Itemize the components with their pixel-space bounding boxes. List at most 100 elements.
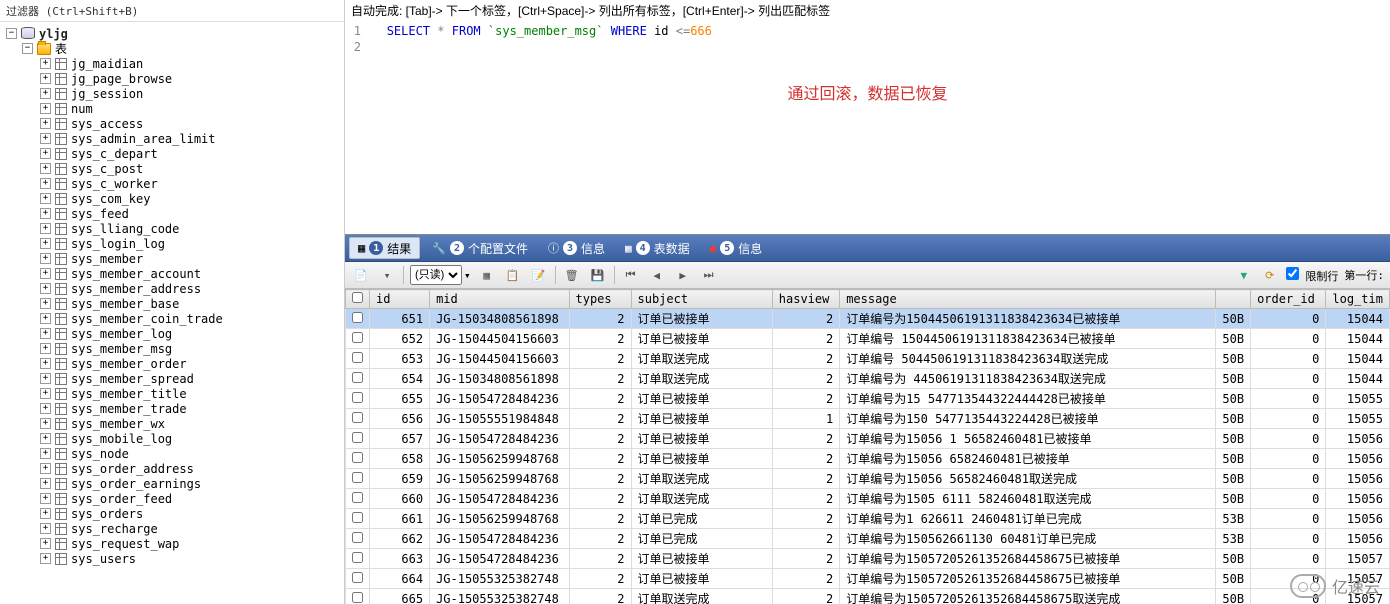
chevron-right-icon[interactable]: +	[40, 208, 51, 219]
chevron-right-icon[interactable]: +	[40, 298, 51, 309]
table-row[interactable]: 662JG-150547284842362订单已完成2订单编号为15056266…	[346, 529, 1390, 549]
tree-table-item[interactable]: +sys_users	[0, 551, 344, 566]
column-header[interactable]	[1216, 290, 1251, 309]
tab-profiles[interactable]: 🔧 2 个配置文件	[424, 237, 536, 259]
grid-view-button[interactable]: ▦	[477, 265, 497, 285]
chevron-right-icon[interactable]: +	[40, 358, 51, 369]
menu-button[interactable]: ▾	[377, 265, 397, 285]
tree-table-item[interactable]: +jg_session	[0, 86, 344, 101]
chevron-right-icon[interactable]: +	[40, 448, 51, 459]
tree-table-item[interactable]: +sys_member_log	[0, 326, 344, 341]
chevron-right-icon[interactable]: +	[40, 463, 51, 474]
row-checkbox[interactable]	[352, 332, 363, 343]
tab-tabledata[interactable]: ▦ 4 表数据	[617, 237, 698, 259]
row-checkbox[interactable]	[352, 512, 363, 523]
tree-table-item[interactable]: +num	[0, 101, 344, 116]
column-header[interactable]: order_id	[1251, 290, 1326, 309]
tab-result[interactable]: ▦ 1 结果	[349, 237, 420, 259]
readonly-select[interactable]: (只读) ▾	[410, 265, 471, 285]
tree-table-item[interactable]: +sys_access	[0, 116, 344, 131]
tree-table-item[interactable]: +sys_c_post	[0, 161, 344, 176]
chevron-right-icon[interactable]: +	[40, 88, 51, 99]
chevron-down-icon[interactable]: −	[6, 28, 17, 39]
chevron-right-icon[interactable]: +	[40, 103, 51, 114]
first-button[interactable]: ⏮	[621, 265, 641, 285]
tree-table-item[interactable]: +sys_lliang_code	[0, 221, 344, 236]
chevron-right-icon[interactable]: +	[40, 148, 51, 159]
tree-table-item[interactable]: +sys_member_address	[0, 281, 344, 296]
column-header[interactable]: log_tim	[1326, 290, 1390, 309]
tree-folder[interactable]: − 表	[0, 41, 344, 56]
tree-table-item[interactable]: +sys_member_wx	[0, 416, 344, 431]
select-all-checkbox[interactable]	[352, 292, 363, 303]
table-row[interactable]: 663JG-150547284842362订单已被接单2订单编号为1505720…	[346, 549, 1390, 569]
chevron-right-icon[interactable]: +	[40, 343, 51, 354]
tree-table-item[interactable]: +sys_node	[0, 446, 344, 461]
tree-table-item[interactable]: +sys_admin_area_limit	[0, 131, 344, 146]
tree-table-item[interactable]: +sys_member_trade	[0, 401, 344, 416]
column-header[interactable]: hasview	[772, 290, 839, 309]
chevron-right-icon[interactable]: +	[40, 163, 51, 174]
chevron-right-icon[interactable]: +	[40, 268, 51, 279]
filter-icon[interactable]: ▼	[1234, 265, 1254, 285]
chevron-right-icon[interactable]: +	[40, 478, 51, 489]
row-checkbox[interactable]	[352, 432, 363, 443]
table-row[interactable]: 658JG-150562599487682订单已被接单2订单编号为15056 6…	[346, 449, 1390, 469]
table-row[interactable]: 652JG-150445041566032订单已被接单2订单编号 1504450…	[346, 329, 1390, 349]
limit-rows-checkbox[interactable]: 限制行	[1286, 267, 1339, 284]
chevron-right-icon[interactable]: +	[40, 238, 51, 249]
chevron-right-icon[interactable]: +	[40, 403, 51, 414]
table-row[interactable]: 665JG-150553253827482订单取送完成2订单编号为1505720…	[346, 589, 1390, 604]
tree-table-item[interactable]: +jg_maidian	[0, 56, 344, 71]
filter-input[interactable]: 过滤器 (Ctrl+Shift+B)	[0, 0, 344, 22]
row-checkbox[interactable]	[352, 592, 363, 603]
tree-table-item[interactable]: +sys_c_depart	[0, 146, 344, 161]
table-row[interactable]: 657JG-150547284842362订单已被接单2订单编号为15056 1…	[346, 429, 1390, 449]
chevron-right-icon[interactable]: +	[40, 178, 51, 189]
result-grid[interactable]: idmidtypessubjecthasviewmessageorder_idl…	[345, 289, 1390, 604]
row-checkbox[interactable]	[352, 352, 363, 363]
chevron-right-icon[interactable]: +	[40, 223, 51, 234]
export-button[interactable]: 📄	[351, 265, 371, 285]
tree-table-item[interactable]: +sys_member_spread	[0, 371, 344, 386]
chevron-right-icon[interactable]: +	[40, 523, 51, 534]
tree-table-item[interactable]: +sys_com_key	[0, 191, 344, 206]
table-row[interactable]: 656JG-150555519848482订单已被接单1订单编号为150 547…	[346, 409, 1390, 429]
tree-table-item[interactable]: +sys_feed	[0, 206, 344, 221]
delete-button[interactable]: 🗑	[562, 265, 582, 285]
table-row[interactable]: 659JG-150562599487682订单取送完成2订单编号为15056 5…	[346, 469, 1390, 489]
chevron-down-icon[interactable]: −	[22, 43, 33, 54]
tree-table-item[interactable]: +sys_c_worker	[0, 176, 344, 191]
tree-table-item[interactable]: +sys_member_base	[0, 296, 344, 311]
chevron-right-icon[interactable]: +	[40, 253, 51, 264]
table-row[interactable]: 654JG-150348085618982订单取送完成2订单编号为 445061…	[346, 369, 1390, 389]
tab-info[interactable]: ⓘ 3 信息	[540, 237, 613, 259]
last-button[interactable]: ⏭	[699, 265, 719, 285]
chevron-right-icon[interactable]: +	[40, 328, 51, 339]
chevron-right-icon[interactable]: +	[40, 118, 51, 129]
chevron-right-icon[interactable]: +	[40, 508, 51, 519]
tab-info2[interactable]: ● 5 信息	[702, 237, 771, 259]
tree-db[interactable]: − yljg	[0, 26, 344, 41]
row-checkbox[interactable]	[352, 572, 363, 583]
tree-table-item[interactable]: +sys_mobile_log	[0, 431, 344, 446]
row-checkbox[interactable]	[352, 412, 363, 423]
tree-table-item[interactable]: +sys_request_wap	[0, 536, 344, 551]
sql-editor[interactable]: 12 SELECT * FROM `sys_member_msg` WHERE …	[345, 21, 1390, 234]
tree-table-item[interactable]: +sys_order_feed	[0, 491, 344, 506]
tree-table-item[interactable]: +sys_member	[0, 251, 344, 266]
chevron-right-icon[interactable]: +	[40, 313, 51, 324]
column-header[interactable]: subject	[631, 290, 772, 309]
tree-table-item[interactable]: +sys_orders	[0, 506, 344, 521]
text-view-button[interactable]: 📝	[529, 265, 549, 285]
tree-table-item[interactable]: +sys_member_msg	[0, 341, 344, 356]
row-checkbox[interactable]	[352, 312, 363, 323]
tree-table-item[interactable]: +sys_order_earnings	[0, 476, 344, 491]
chevron-right-icon[interactable]: +	[40, 373, 51, 384]
tree-table-item[interactable]: +jg_page_browse	[0, 71, 344, 86]
chevron-right-icon[interactable]: +	[40, 538, 51, 549]
tree-table-item[interactable]: +sys_login_log	[0, 236, 344, 251]
table-row[interactable]: 655JG-150547284842362订单已被接单2订单编号为15 5477…	[346, 389, 1390, 409]
row-checkbox[interactable]	[352, 492, 363, 503]
chevron-right-icon[interactable]: +	[40, 58, 51, 69]
